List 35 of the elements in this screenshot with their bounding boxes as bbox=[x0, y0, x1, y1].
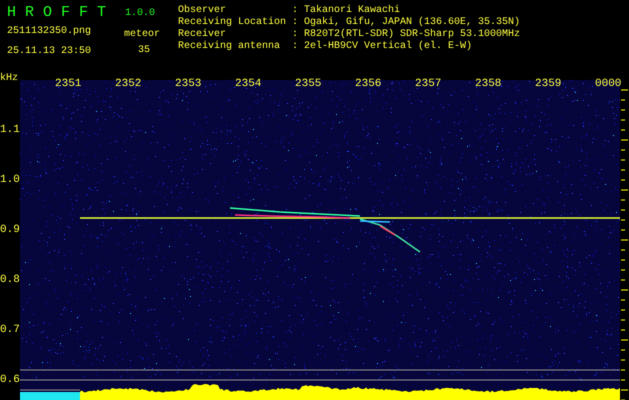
info-value: R820T2(RTL-SDR) SDR-Sharp 53.1000MHz bbox=[304, 29, 520, 40]
info-value: Ogaki, Gifu, JAPAN (136.60E, 35.35N) bbox=[304, 17, 520, 28]
frequency-label: 0.6 bbox=[0, 374, 20, 386]
info-separator: : bbox=[292, 17, 300, 29]
app-title: H R O F F T bbox=[7, 4, 108, 22]
info-label: Observer bbox=[178, 5, 228, 16]
app-version: 1.0.0 bbox=[125, 8, 156, 20]
time-label: 2355 bbox=[295, 78, 322, 90]
time-label: 2353 bbox=[175, 78, 202, 90]
info-label: Receiver bbox=[178, 29, 228, 40]
frequency-label: 0.9 bbox=[0, 224, 20, 236]
time-label: 2358 bbox=[475, 78, 502, 90]
time-label: 2356 bbox=[355, 78, 382, 90]
info-separator: : bbox=[292, 29, 300, 41]
frequency-label: 1.0 bbox=[0, 174, 20, 186]
frequency-label: 0.7 bbox=[0, 324, 20, 336]
info-value: Takanori Kawachi bbox=[304, 5, 400, 16]
info-separator: : bbox=[292, 5, 300, 17]
file-name: 2511132350.png bbox=[7, 26, 92, 38]
frequency-label: 0.8 bbox=[0, 274, 20, 286]
time-label: 2357 bbox=[415, 78, 442, 90]
timestamp: 25.11.13 23:50 bbox=[7, 46, 92, 58]
axis-unit: kHz bbox=[0, 73, 18, 85]
time-label: 0000 bbox=[595, 78, 622, 90]
info-label: Receiving antenna bbox=[178, 41, 282, 53]
time-label: 2352 bbox=[115, 78, 142, 90]
meteor-count: 35 bbox=[138, 45, 150, 57]
meteor-label: meteor bbox=[124, 29, 160, 41]
info-value: 2el-HB9CV Vertical (el. E-W) bbox=[304, 41, 472, 53]
info-label: Receiving Location bbox=[178, 17, 288, 28]
time-label: 2351 bbox=[55, 78, 82, 90]
time-label: 2354 bbox=[235, 78, 262, 90]
frequency-label: 1.1 bbox=[0, 124, 20, 136]
info-separator: : bbox=[292, 41, 300, 53]
time-label: 2359 bbox=[535, 78, 562, 90]
